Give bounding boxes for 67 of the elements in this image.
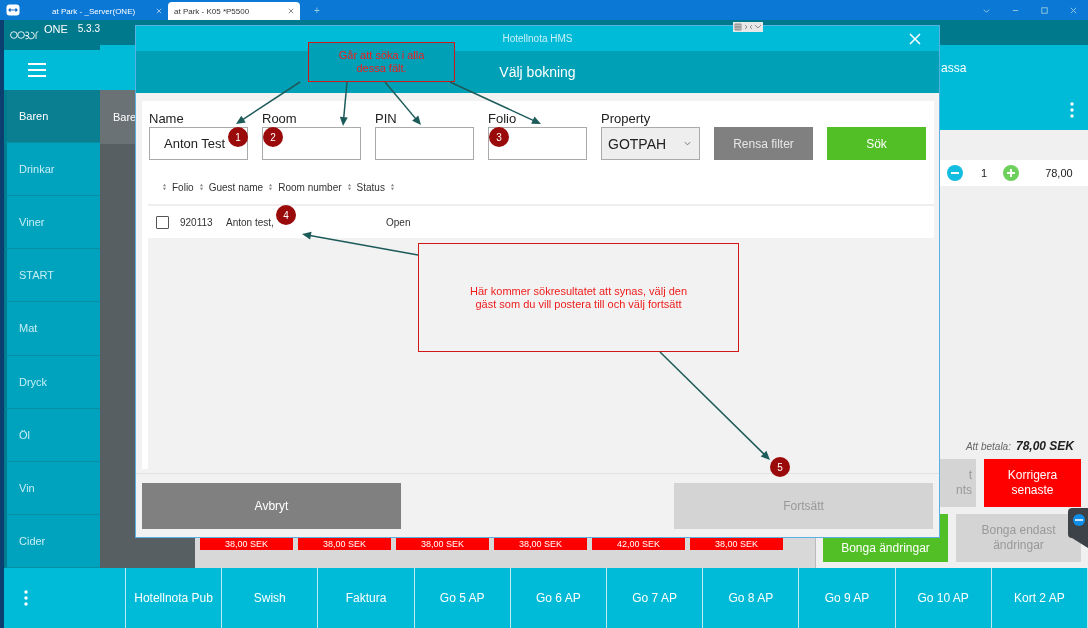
action-button[interactable]: Korrigera senaste — [984, 459, 1081, 507]
category-item[interactable]: Baren — [4, 90, 100, 144]
remote-tab-icon[interactable] — [1068, 508, 1088, 548]
table-cell-text: Anton test, — [226, 216, 275, 228]
column-header[interactable]: Room number — [278, 181, 342, 193]
plus-icon[interactable] — [1003, 165, 1020, 181]
filter-field[interactable]: 2 — [262, 127, 361, 160]
sort-icon[interactable] — [198, 183, 204, 191]
annotation-arrow — [236, 81, 301, 124]
browser-tab[interactable]: at Park - K05 *P5500 — [168, 2, 300, 20]
checkbox[interactable] — [156, 215, 169, 229]
column-header[interactable]: Status — [356, 181, 385, 193]
maximize-icon[interactable] — [1040, 6, 1049, 15]
annotation-note: Här kommer sökresultatet att synas, välj den gäst som du vill postera till och välj fortsätt — [418, 243, 739, 352]
table-cell-text: 920113 — [180, 216, 214, 228]
chevron-icon[interactable] — [982, 6, 991, 15]
more-icon[interactable] — [24, 590, 28, 606]
price-tag: 38,00 SEK — [396, 538, 489, 550]
annotation-arrow — [339, 81, 348, 126]
price-tag: 38,00 SEK — [298, 538, 391, 550]
field-label: Room — [262, 111, 298, 126]
field-label: Name — [149, 111, 185, 126]
price-tag: 38,00 SEK — [690, 538, 783, 550]
step-number-badge: 2 — [263, 127, 283, 147]
sort-icon[interactable] — [346, 183, 352, 191]
close-icon[interactable] — [1069, 6, 1078, 15]
cancel-button[interactable]: Avbryt — [142, 482, 401, 529]
step-number-badge: 1 — [228, 127, 248, 147]
line-price: 78,00 — [1045, 167, 1073, 179]
app-icon — [6, 4, 20, 16]
filter-field[interactable] — [375, 127, 474, 160]
clear-filter-button[interactable]: Rensa filter — [714, 127, 813, 160]
version-label: 5.3.3 — [77, 23, 100, 34]
caret-icon — [684, 141, 691, 146]
browser-tab[interactable]: at Park - _Server(ONE) — [28, 2, 168, 20]
field-label: Property — [601, 111, 652, 126]
close-icon[interactable] — [288, 8, 294, 14]
sort-icon[interactable] — [162, 183, 167, 191]
step-number-badge: 3 — [489, 127, 509, 147]
column-header[interactable]: Guest name — [208, 181, 264, 193]
total-value: 78,00 SEK — [1015, 439, 1074, 453]
toolbar-icon[interactable] — [733, 22, 763, 32]
price-tag: 42,00 SEK — [592, 538, 685, 550]
header-title: assa — [941, 60, 967, 75]
field-label: PIN — [375, 111, 398, 126]
price-tag: 38,00 SEK — [494, 538, 587, 550]
property-dropdown[interactable]: GOTPAH — [601, 127, 700, 160]
dialog-subtitle: Välj bokning — [499, 64, 576, 80]
logo-text: ONE — [43, 23, 68, 35]
filter-field[interactable]: 3 — [488, 127, 587, 160]
price-tag: 38,00 SEK — [200, 538, 293, 550]
sort-icon[interactable] — [389, 183, 395, 191]
action-button[interactable]: Bonga endast ändringar — [956, 514, 1081, 562]
search-button[interactable]: Sök — [827, 127, 926, 160]
quantity: 1 — [981, 167, 988, 179]
more-icon[interactable] — [1070, 102, 1074, 118]
annotation-note: Går att söka i alla dessa fält. — [308, 42, 455, 82]
sort-icon[interactable] — [268, 183, 274, 191]
field-label: Folio — [488, 111, 518, 126]
total-label: Att betala: — [965, 441, 1011, 452]
filter-field[interactable]: Anton Test 1 — [149, 127, 248, 160]
menu-icon[interactable] — [28, 63, 46, 77]
new-tab-button[interactable]: + — [314, 5, 320, 16]
column-header[interactable]: Folio — [172, 181, 194, 193]
table-cell: Open — [386, 216, 411, 228]
minus-icon[interactable] — [947, 165, 963, 181]
dialog-title: Hotellnota HMS — [502, 33, 573, 44]
